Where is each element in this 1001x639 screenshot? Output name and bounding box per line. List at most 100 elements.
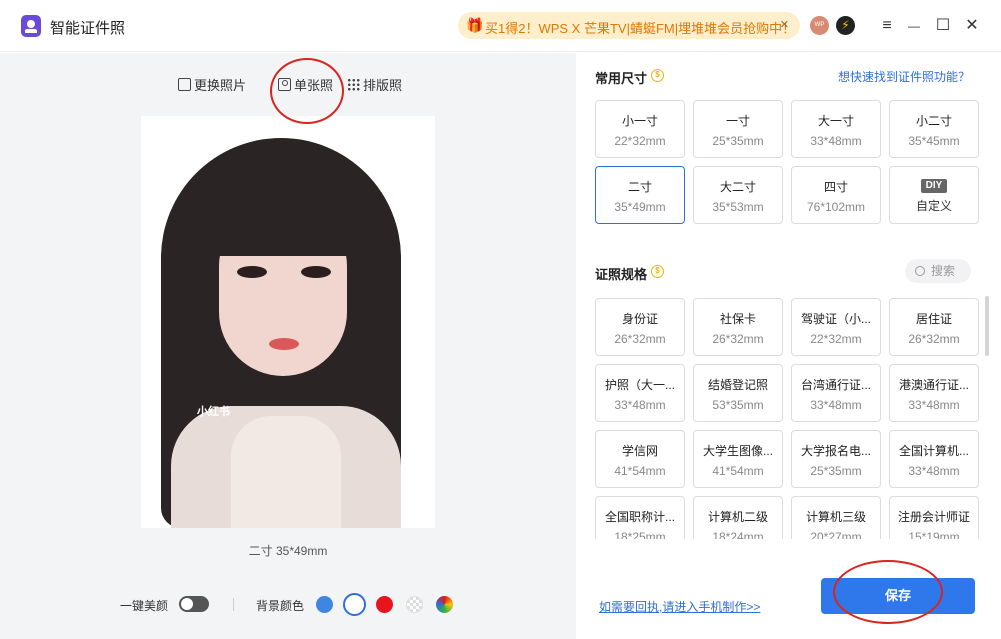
size-dimension: 22*32mm [810,332,862,346]
size-card[interactable]: 大二寸 35*53mm [693,166,783,224]
size-card[interactable]: 计算机二级 18*24mm [693,496,783,539]
size-card[interactable]: 身份证 26*32mm [595,298,685,356]
spec-scrollbar[interactable] [985,296,989,356]
divider [233,598,234,611]
tab-label: 更换照片 [194,77,247,93]
common-sizes-title: 常用尺寸 [595,71,648,86]
lightning-icon[interactable]: ⚡ [836,16,855,35]
preview-panel: 更换照片 单张照 排版照 小红书 二寸 35*49mm 一键美颜 背景颜色 [0,53,576,639]
size-card[interactable]: 小一寸 22*32mm [595,100,685,158]
size-name: 计算机二级 [707,510,768,524]
promo-text[interactable]: 买1得2！WPS X 芒果TV|蜻蜓FM|埋堆堆会员抢购中！ [485,18,795,37]
phone-receipt-link[interactable]: 如需要回执,请进入手机制作>> [599,598,760,615]
search-icon [915,266,925,276]
size-dimension: 25*35mm [810,464,862,478]
size-dimension: 33*48mm [810,398,862,412]
size-name: 社保卡 [719,312,756,326]
promo-close-icon[interactable]: × [780,16,789,33]
size-card[interactable]: 结婚登记照 53*35mm [693,364,783,422]
size-card[interactable]: 居住证 26*32mm [889,298,979,356]
size-name: 大学报名电... [800,444,871,458]
size-name: 二寸 [627,180,652,194]
size-dimension: 22*32mm [614,134,666,148]
photo-watermark: 小红书 [197,406,230,418]
grid-icon [347,77,360,91]
promo-banner[interactable]: 🎁 买1得2！WPS X 芒果TV|蜻蜓FM|埋堆堆会员抢购中！ × [458,12,800,39]
size-name: 大学生图像... [702,444,773,458]
size-card[interactable]: 驾驶证（小... 22*32mm [791,298,881,356]
size-dimension: 41*54mm [614,464,666,478]
id-photo-preview: 小红书 [141,116,435,528]
title-bar: 智能证件照 🎁 买1得2！WPS X 芒果TV|蜻蜓FM|埋堆堆会员抢购中！ ×… [0,0,1001,52]
size-dimension: 26*32mm [908,332,960,346]
size-card[interactable]: DIY 自定义 [889,166,979,224]
size-card[interactable]: 港澳通行证... 33*48mm [889,364,979,422]
tab-single-photo[interactable]: 单张照 [278,73,333,95]
size-card[interactable]: 台湾通行证... 33*48mm [791,364,881,422]
size-card[interactable]: 注册会计师证 15*19mm [889,496,979,539]
size-name: 港澳通行证... [898,378,969,392]
coin-icon: $ [651,69,664,82]
spec-search[interactable]: 搜索 [905,259,971,283]
beauty-toggle[interactable] [179,596,209,612]
diy-badge: DIY [920,179,948,193]
size-dimension: 35*49mm [614,200,666,214]
size-card[interactable]: 二寸 35*49mm [595,166,685,224]
bg-color-label: 背景颜色 [256,599,305,613]
size-dimension: 76*102mm [806,200,866,214]
tab-label: 单张照 [294,77,334,93]
folder-icon [178,77,191,91]
bg-color-white[interactable] [343,593,366,616]
bg-color-transparent[interactable] [406,596,423,613]
bg-color-blue[interactable] [316,596,333,613]
bg-color-custom[interactable] [436,596,453,613]
size-dimension: 53*35mm [712,398,764,412]
person-icon [278,77,291,91]
photo-size-caption: 二寸 35*49mm [248,544,328,558]
size-card[interactable]: 大学报名电... 25*35mm [791,430,881,488]
size-card[interactable]: 小二寸 35*45mm [889,100,979,158]
app-logo-icon [21,15,41,37]
menu-icon[interactable]: ≡ [877,16,897,36]
coin-icon: $ [651,265,664,278]
bg-color-red[interactable] [376,596,393,613]
size-card[interactable]: 大一寸 33*48mm [791,100,881,158]
size-dimension: 18*24mm [712,530,764,539]
size-dimension: 33*48mm [908,464,960,478]
size-dimension: 35*53mm [712,200,764,214]
size-name: 学信网 [621,444,658,458]
tab-layout-photo[interactable]: 排版照 [347,73,402,95]
size-card[interactable]: 一寸 25*35mm [693,100,783,158]
size-name: 全国职称计... [604,510,675,524]
size-name: 台湾通行证... [800,378,871,392]
tab-label: 排版照 [363,77,403,93]
size-dimension: 33*48mm [614,398,666,412]
close-window-button[interactable]: ✕ [962,16,982,36]
size-card[interactable]: 大学生图像... 41*54mm [693,430,783,488]
size-card[interactable]: 社保卡 26*32mm [693,298,783,356]
size-card[interactable]: 护照（大一... 33*48mm [595,364,685,422]
maximize-button[interactable]: ☐ [933,16,953,36]
size-name: 小二寸 [915,114,952,128]
user-avatar[interactable]: WP [810,16,829,35]
beauty-label: 一键美颜 [120,599,169,613]
minimize-button[interactable]: — [904,16,924,36]
size-card[interactable]: 四寸 76*102mm [791,166,881,224]
save-button[interactable]: 保存 [821,578,975,614]
size-card[interactable]: 学信网 41*54mm [595,430,685,488]
size-name: 护照（大一... [604,378,675,392]
tab-change-photo[interactable]: 更换照片 [178,73,246,95]
size-card[interactable]: 全国职称计... 18*25mm [595,496,685,539]
size-dimension: 33*48mm [908,398,960,412]
size-name: 计算机三级 [805,510,866,524]
size-name: 结婚登记照 [707,378,768,392]
spec-grid[interactable]: 身份证 26*32mm 社保卡 26*32mm 驾驶证（小... 22*32mm 居住证 26… [594,296,986,539]
help-link[interactable]: 想快速找到证件照功能？ [838,68,970,85]
gift-icon: 🎁 [466,17,484,33]
size-dimension: 26*32mm [712,332,764,346]
size-name: 一寸 [725,114,750,128]
size-dimension: 41*54mm [712,464,764,478]
spec-title: 证照规格 [595,267,648,282]
size-card[interactable]: 全国计算机... 33*48mm [889,430,979,488]
size-card[interactable]: 计算机三级 20*27mm [791,496,881,539]
